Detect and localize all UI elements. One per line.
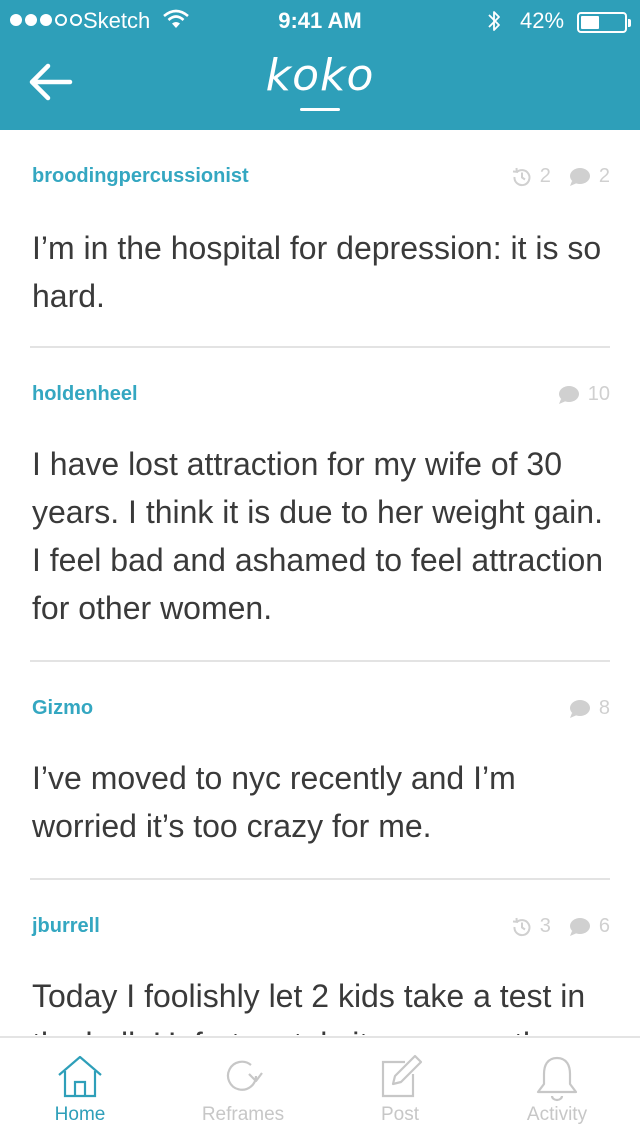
history-icon	[512, 917, 531, 936]
post-text: Today I foolishly let 2 kids take a test…	[32, 978, 586, 1035]
comment-bubble-icon	[569, 167, 590, 186]
home-icon	[58, 1055, 102, 1098]
comment-bubble-icon	[569, 699, 590, 718]
post-username[interactable]: broodingpercussionist	[32, 165, 249, 188]
tab-activity[interactable]: Activity	[477, 1038, 637, 1136]
feed-post[interactable]: jburrell 3 6 Today I foolishly let 2 kid…	[30, 880, 610, 1035]
bluetooth-icon	[488, 11, 500, 31]
tab-post[interactable]: Post	[320, 1038, 480, 1136]
feed-post[interactable]: holdenheel 10 I have lost attraction for…	[30, 348, 610, 662]
post-meta: 8	[569, 697, 610, 720]
nav-bar: koko	[0, 40, 640, 130]
post-username[interactable]: Gizmo	[32, 697, 93, 720]
comment-count: 6	[569, 915, 610, 938]
app-header: Sketch 9:41 AM 42% koko	[0, 0, 640, 130]
post-text: I have lost attraction for my wife of 30…	[32, 446, 604, 626]
tab-reframes[interactable]: Reframes	[163, 1038, 323, 1136]
post-meta: 3 6	[512, 915, 610, 938]
reframe-count: 2	[512, 165, 551, 188]
post-text: I’ve moved to nyc recently and I’m worri…	[32, 760, 516, 844]
post-username[interactable]: jburrell	[32, 915, 100, 938]
comment-bubble-icon	[569, 917, 590, 936]
reframe-count: 3	[512, 915, 551, 938]
tab-bar: Home Reframes Post Activity	[0, 1036, 640, 1136]
edit-icon	[381, 1054, 423, 1098]
tab-home[interactable]: Home	[0, 1038, 160, 1136]
post-text: I’m in the hospital for depression: it i…	[32, 230, 602, 314]
status-bar: Sketch 9:41 AM 42%	[0, 0, 640, 40]
comment-count: 8	[569, 697, 610, 720]
post-username[interactable]: holdenheel	[32, 383, 138, 406]
battery-percentage: 42%	[520, 8, 565, 33]
comment-count: 10	[558, 383, 610, 406]
comment-bubble-icon	[558, 385, 579, 404]
refresh-icon	[226, 1060, 263, 1091]
post-feed[interactable]: broodingpercussionist 2 2 I’m in the hos…	[0, 130, 640, 1035]
feed-post[interactable]: broodingpercussionist 2 2 I’m in the hos…	[30, 130, 610, 348]
battery-icon	[577, 12, 631, 33]
app-logo: koko	[265, 50, 375, 101]
feed-post[interactable]: Gizmo 8 I’ve moved to nyc recently and I…	[30, 662, 610, 880]
comment-count: 2	[569, 165, 610, 188]
post-meta: 10	[558, 383, 610, 406]
post-meta: 2 2	[512, 165, 610, 188]
history-icon	[512, 167, 531, 186]
logo-underline	[300, 108, 340, 111]
bell-icon	[536, 1056, 578, 1102]
